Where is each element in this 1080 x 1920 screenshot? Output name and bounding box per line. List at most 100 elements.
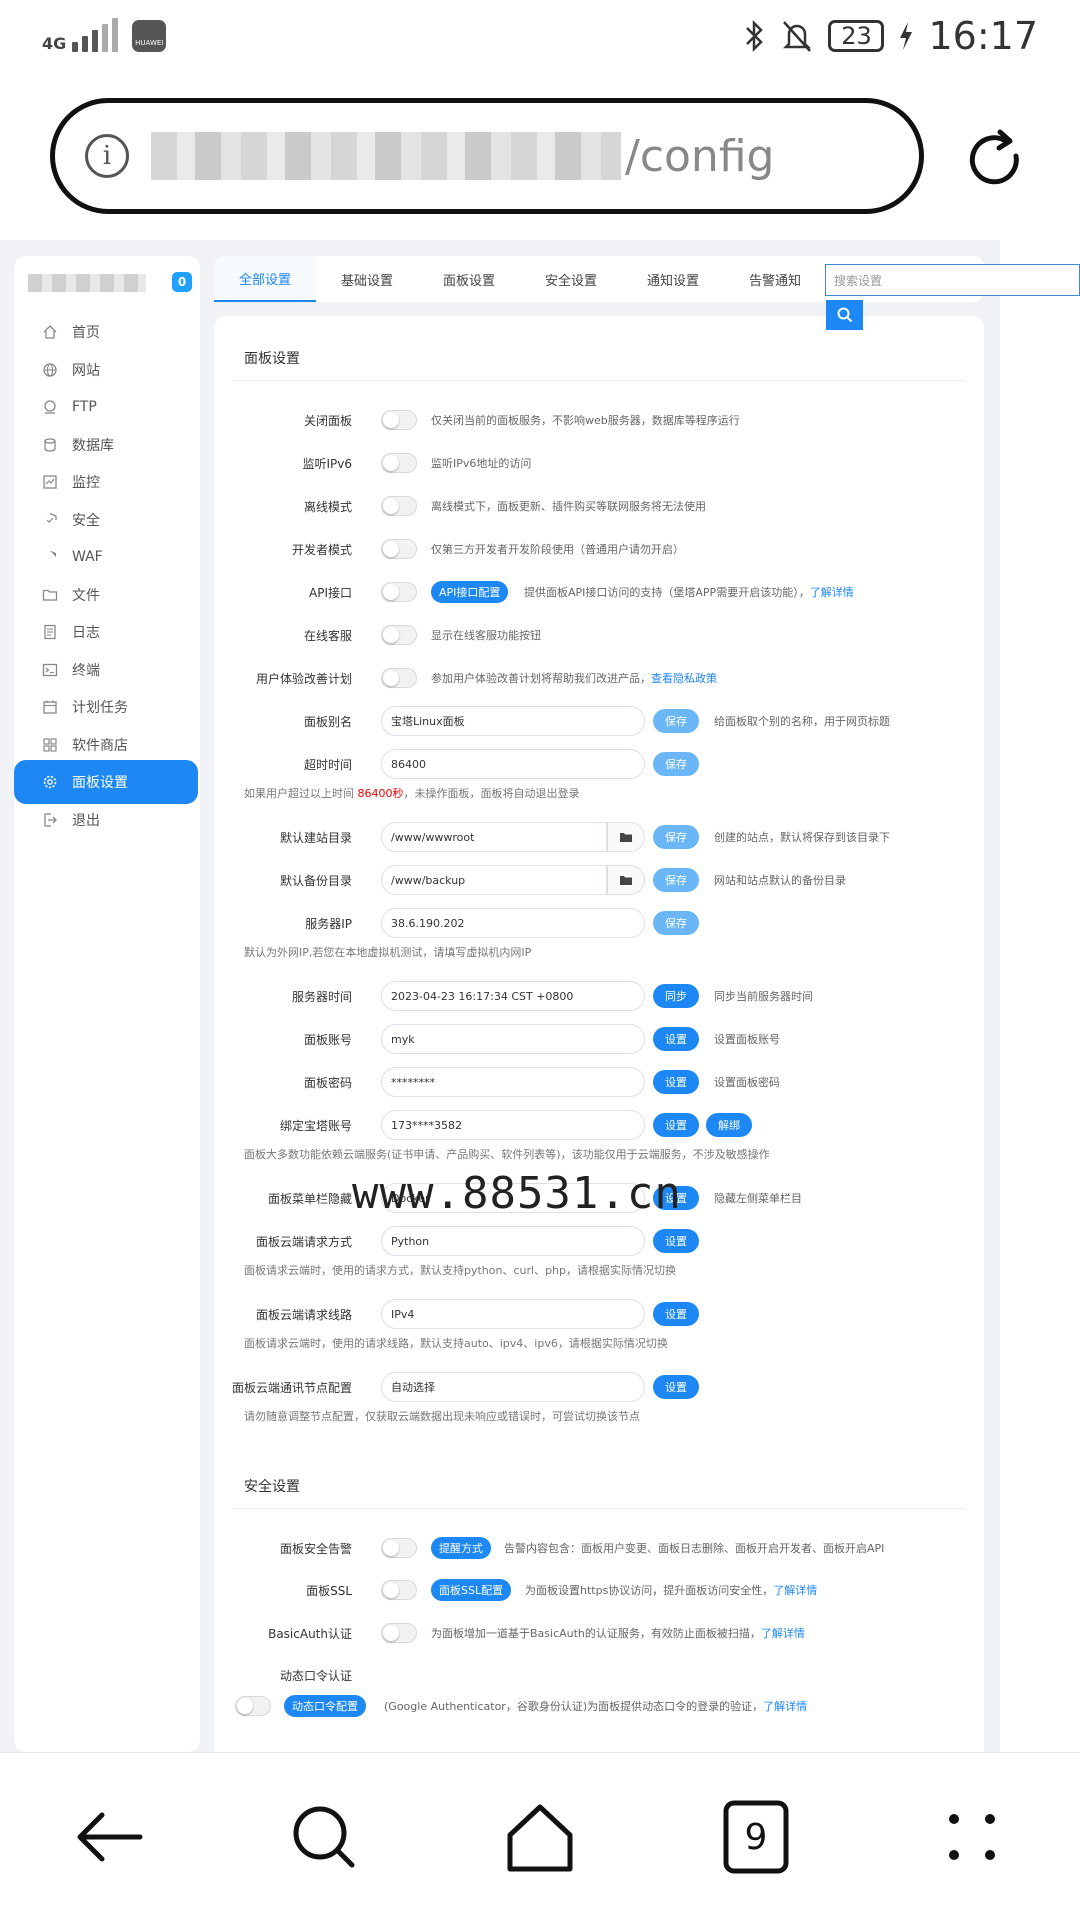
panel-alias-input[interactable]: 宝塔Linux面板	[381, 706, 645, 736]
request-method-select[interactable]: Python	[381, 1226, 645, 1256]
request-line-select[interactable]: IPv4	[381, 1299, 645, 1329]
site-dir-input[interactable]: /www/wwwroot	[381, 822, 607, 852]
row-panel-alias: 面板别名 宝塔Linux面板 保存 给面板取个别的名称，用于网页标题	[214, 704, 984, 738]
tab-all-settings[interactable]: 全部设置	[214, 256, 316, 302]
battery-icon: 23	[828, 20, 885, 52]
more-menu-icon[interactable]	[932, 1797, 1012, 1877]
sidebar-item-label: 网站	[72, 362, 100, 379]
unbind-button[interactable]: 解绑	[706, 1113, 752, 1137]
reminder-method-button[interactable]: 提醒方式	[431, 1537, 491, 1559]
backup-dir-input[interactable]: /www/backup	[381, 865, 607, 895]
row-hint: 仅第三方开发者开发阶段使用（普通用户请勿开启）	[431, 543, 684, 556]
panel-ssl-config-button[interactable]: 面板SSL配置	[431, 1579, 512, 1601]
api-toggle[interactable]	[381, 582, 417, 602]
settings-search-input[interactable]: 搜索设置	[825, 264, 1080, 296]
folder-icon	[42, 589, 58, 601]
learn-more-link[interactable]: 了解详情	[773, 1584, 817, 1597]
privacy-policy-link[interactable]: 查看隐私政策	[651, 672, 717, 685]
info-icon[interactable]: i	[85, 134, 129, 178]
row-ux-program: 用户体验改善计划 参加用户体验改善计划将帮助我们改进产品，查看隐私政策	[214, 661, 984, 695]
bt-account-input[interactable]: 173****3582	[381, 1110, 645, 1140]
learn-more-link[interactable]: 了解详情	[810, 586, 854, 599]
row-otp: 动态口令配置 (Google Authenticator，谷歌身份认证)为面板提…	[214, 1689, 984, 1723]
notification-badge[interactable]: 0	[172, 272, 192, 292]
panel-account-input[interactable]: myk	[381, 1024, 645, 1054]
basic-auth-toggle[interactable]	[381, 1623, 417, 1643]
tab-notification-settings[interactable]: 通知设置	[622, 256, 724, 302]
set-bt-account-button[interactable]: 设置	[653, 1113, 699, 1137]
home-icon	[43, 325, 57, 339]
hint-text: 提供面板API接口访问的支持（堡塔APP需要开启该功能），	[524, 586, 810, 599]
ux-program-toggle[interactable]	[381, 668, 417, 688]
bluetooth-icon	[746, 19, 764, 53]
server-ip-input[interactable]: 38.6.190.202	[381, 908, 645, 938]
back-arrow-icon[interactable]	[68, 1797, 148, 1877]
sidebar-item-label: 面板设置	[72, 775, 128, 791]
sidebar-item-label: 软件商店	[72, 737, 128, 754]
save-backup-dir-button[interactable]: 保存	[653, 868, 699, 892]
api-config-button[interactable]: API接口配置	[431, 581, 509, 603]
sidebar-item-label: WAF	[72, 549, 103, 565]
timeout-input[interactable]: 86400	[381, 749, 645, 779]
set-node-button[interactable]: 设置	[653, 1375, 699, 1399]
save-timeout-button[interactable]: 保存	[653, 752, 699, 776]
learn-more-link[interactable]: 了解详情	[761, 1627, 805, 1640]
tabs-button[interactable]: 9	[716, 1797, 796, 1877]
panel-ssl-toggle[interactable]	[381, 1580, 417, 1600]
row-label: 离线模式	[303, 500, 352, 514]
row-panel-account: 面板账号 myk 设置 设置面板账号	[214, 1022, 984, 1056]
folder-open-icon[interactable]	[607, 865, 645, 895]
save-server-ip-button[interactable]: 保存	[653, 911, 699, 935]
sync-time-button[interactable]: 同步	[653, 984, 699, 1008]
online-support-toggle[interactable]	[381, 625, 417, 645]
tab-security-settings[interactable]: 安全设置	[520, 256, 622, 302]
row-backup-dir: 默认备份目录 /www/backup 保存 网站和站点默认的备份目录	[214, 863, 984, 897]
close-panel-toggle[interactable]	[381, 410, 417, 430]
row-label: 服务器IP	[305, 917, 352, 931]
sidebar-item-label: 安全	[72, 512, 100, 529]
save-site-dir-button[interactable]: 保存	[653, 825, 699, 849]
row-hint: 为面板设置https协议访问，提升面板访问安全性，了解详情	[525, 1582, 817, 1598]
otp-config-button[interactable]: 动态口令配置	[284, 1695, 366, 1717]
sidebar-item-13[interactable]: 退出	[14, 798, 200, 842]
offline-mode-toggle[interactable]	[381, 496, 417, 516]
learn-more-link[interactable]: 了解详情	[763, 1700, 807, 1713]
url-blurred-host	[151, 132, 621, 180]
set-account-button[interactable]: 设置	[653, 1027, 699, 1051]
panel-password-input[interactable]: ********	[381, 1067, 645, 1097]
sidebar-item-label: 终端	[72, 662, 100, 679]
otp-toggle[interactable]	[235, 1696, 271, 1716]
reload-icon[interactable]	[960, 126, 1030, 196]
set-password-button[interactable]: 设置	[653, 1070, 699, 1094]
server-time-input[interactable]: 2023-04-23 16:17:34 CST +0800	[381, 981, 645, 1011]
signal-indicator: 4G	[42, 18, 119, 52]
row-hint: 设置面板密码	[714, 1076, 780, 1089]
database-icon	[44, 437, 56, 452]
search-icon[interactable]	[284, 1797, 364, 1877]
web-page: 0 首页 网站 FTP 数据库 监控 安全 WAF 文件 日志 终端 计划任务 软件商店 面板设置 退出 …	[0, 240, 1000, 1752]
shield-icon	[46, 512, 57, 523]
folder-open-icon[interactable]	[607, 822, 645, 852]
security-alarm-toggle[interactable]	[381, 1538, 417, 1558]
developer-mode-toggle[interactable]	[381, 539, 417, 559]
search-button[interactable]	[826, 300, 863, 330]
row-hint: 网站和站点默认的备份目录	[714, 874, 846, 887]
set-request-method-button[interactable]: 设置	[653, 1229, 699, 1253]
node-config-select[interactable]: 自动选择	[381, 1372, 645, 1402]
row-hint: 隐藏左侧菜单栏目	[714, 1192, 802, 1205]
row-developer: 开发者模式 仅第三方开发者开发阶段使用（普通用户请勿开启）	[214, 532, 984, 566]
row-panel-password: 面板密码 ******** 设置 设置面板密码	[214, 1065, 984, 1099]
ipv6-toggle[interactable]	[381, 453, 417, 473]
save-alias-button[interactable]: 保存	[653, 709, 699, 733]
home-icon[interactable]	[500, 1797, 580, 1877]
tab-count: 9	[744, 1816, 768, 1858]
signal-bars-icon	[72, 18, 119, 52]
tab-alarm-notification[interactable]: 告警通知	[724, 256, 826, 302]
address-bar[interactable]: i /config	[50, 98, 924, 214]
tab-panel-settings[interactable]: 面板设置	[418, 256, 520, 302]
terminal-icon	[42, 663, 58, 676]
set-request-line-button[interactable]: 设置	[653, 1302, 699, 1326]
row-label: 开发者模式	[291, 543, 352, 557]
clock: 16:17	[928, 14, 1038, 58]
tab-basic-settings[interactable]: 基础设置	[316, 256, 418, 302]
